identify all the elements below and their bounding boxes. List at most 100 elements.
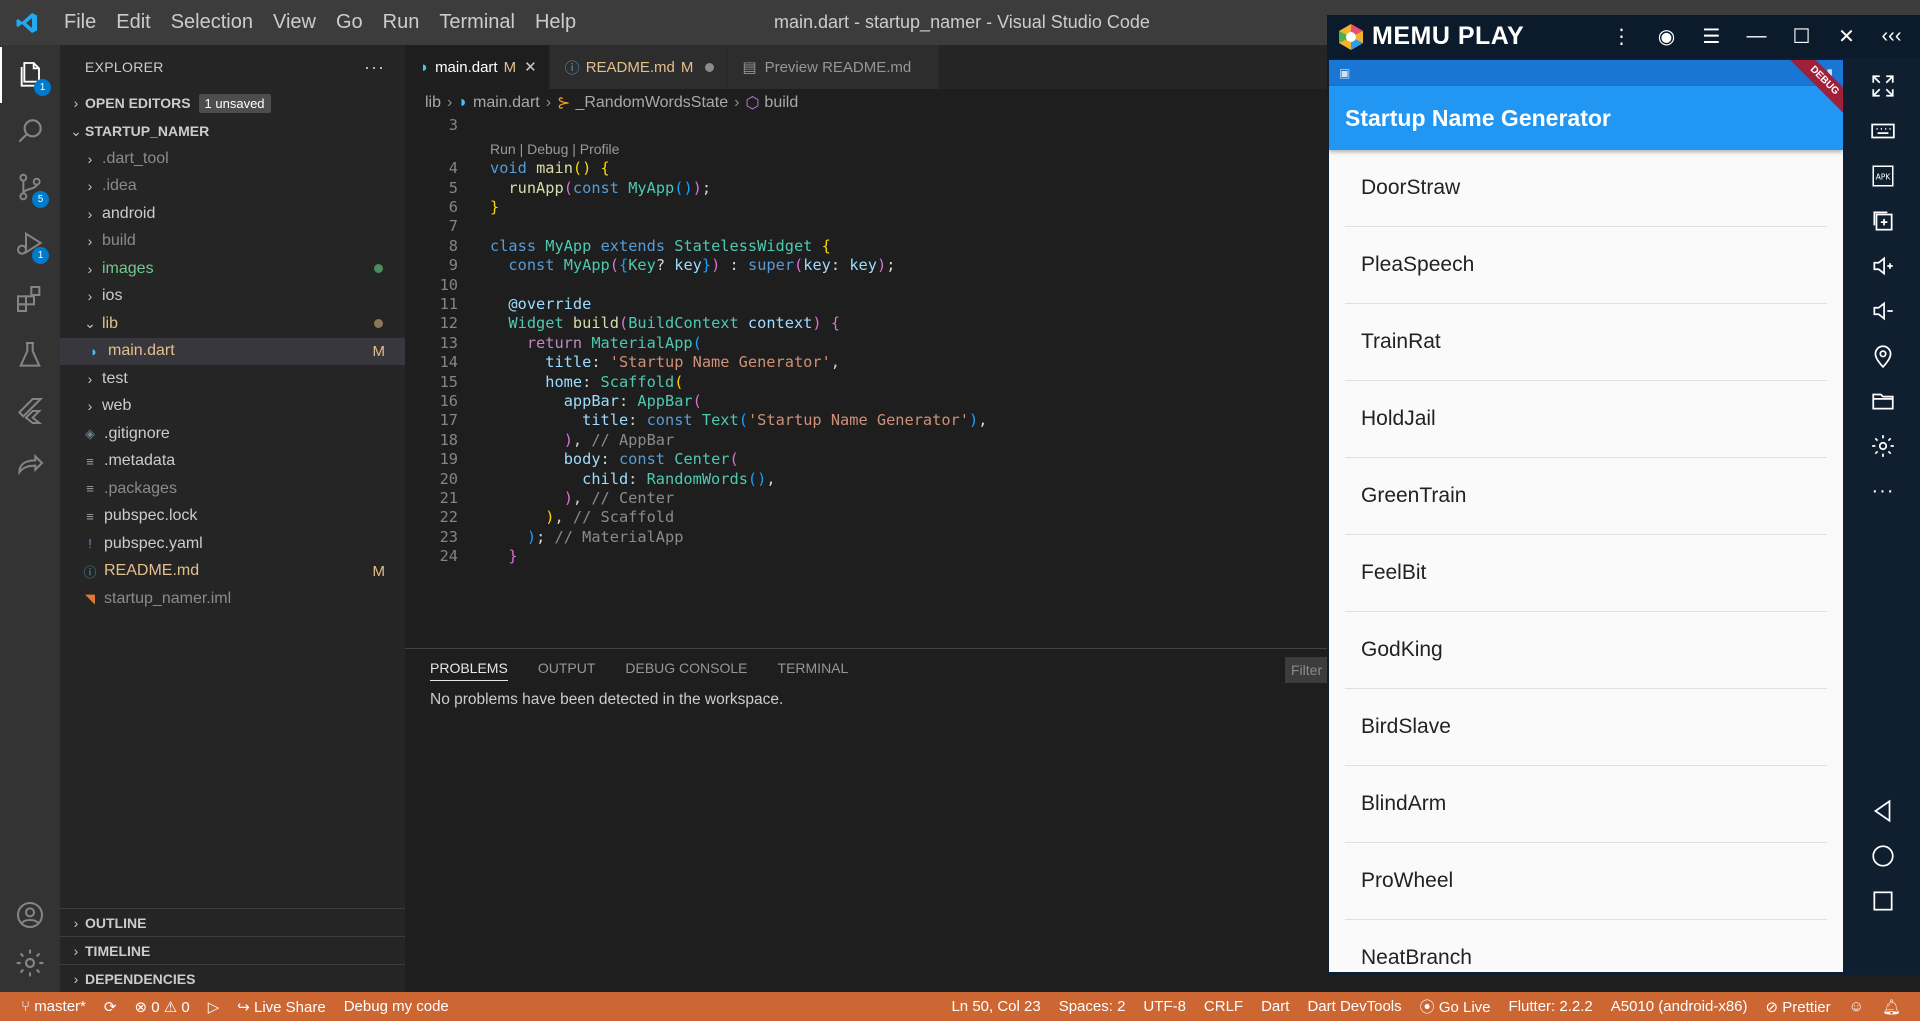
word-list-item[interactable]: GodKing — [1345, 612, 1827, 689]
android-recents-icon[interactable] — [1868, 886, 1898, 916]
tree-item[interactable]: ≡ .packages — [60, 475, 405, 503]
word-list-item[interactable]: BirdSlave — [1345, 689, 1827, 766]
hamburger-menu-icon[interactable]: ☰ — [1689, 24, 1734, 49]
cursor-position[interactable]: Ln 50, Col 23 — [942, 998, 1049, 1015]
settings-gear-icon[interactable] — [0, 935, 60, 991]
sync-icon[interactable]: ⟳ — [95, 998, 126, 1016]
fullscreen-icon[interactable] — [1868, 71, 1898, 101]
word-list-item[interactable]: BlindArm — [1345, 766, 1827, 843]
unsaved-dot-icon[interactable] — [705, 62, 715, 72]
dependencies-section[interactable]: › DEPENDENCIES — [60, 964, 405, 992]
tree-item[interactable]: › web — [60, 393, 405, 421]
multi-instance-icon[interactable] — [1868, 206, 1898, 236]
prettier-item[interactable]: ⊘ Prettier — [1757, 998, 1840, 1016]
word-list-item[interactable]: PleaSpeech — [1345, 227, 1827, 304]
tree-item[interactable]: › ios — [60, 283, 405, 311]
volume-down-icon[interactable] — [1868, 296, 1898, 326]
menu-run[interactable]: Run — [373, 0, 430, 45]
notifications-bell-icon[interactable]: 🔔︎ — [1873, 998, 1910, 1016]
more-actions-icon[interactable]: ··· — [364, 57, 385, 78]
tree-item[interactable]: ! pubspec.yaml — [60, 530, 405, 558]
debug-config-item[interactable]: Debug my code — [335, 998, 458, 1015]
volume-up-icon[interactable] — [1868, 251, 1898, 281]
tree-item[interactable]: ◥ startup_namer.iml — [60, 585, 405, 613]
android-home-icon[interactable] — [1868, 841, 1898, 871]
location-icon[interactable] — [1868, 341, 1898, 371]
problems-item[interactable]: ⊗ 0 ⚠ 0 — [125, 998, 198, 1016]
flutter-icon[interactable] — [0, 383, 60, 439]
word-list-item[interactable]: TrainRat — [1345, 304, 1827, 381]
tab-output[interactable]: OUTPUT — [538, 660, 596, 680]
word-list-item[interactable]: HoldJail — [1345, 381, 1827, 458]
word-list-item[interactable]: ProWheel — [1345, 843, 1827, 920]
menu-help[interactable]: Help — [525, 0, 586, 45]
more-options-icon[interactable]: ··· — [1868, 476, 1898, 506]
keyboard-icon[interactable] — [1868, 116, 1898, 146]
collapse-sidebar-icon[interactable]: ‹‹‹ — [1869, 25, 1914, 48]
dart-devtools[interactable]: Dart DevTools — [1298, 998, 1410, 1015]
word-list-item[interactable]: GreenTrain — [1345, 458, 1827, 535]
breadcrumb-lib[interactable]: lib — [425, 94, 441, 112]
word-list-item[interactable]: NeatBranch — [1345, 920, 1827, 972]
run-debug-icon[interactable]: 1 — [0, 215, 60, 271]
device-selector[interactable]: A5010 (android-x86) — [1602, 998, 1757, 1015]
live-share-icon[interactable] — [0, 439, 60, 495]
folder-icon[interactable] — [1868, 386, 1898, 416]
tab-terminal[interactable]: TERMINAL — [778, 660, 849, 680]
menu-view[interactable]: View — [263, 0, 326, 45]
tree-item[interactable]: › build — [60, 228, 405, 256]
vertical-more-icon[interactable]: ⋮ — [1599, 24, 1644, 49]
tab-preview-readme[interactable]: ▤ Preview README.md — [727, 45, 941, 89]
open-editors-section[interactable]: › OPEN EDITORS 1 unsaved — [60, 89, 405, 117]
tab-debug-console[interactable]: DEBUG CONSOLE — [625, 660, 747, 680]
breadcrumb-file[interactable]: main.dart — [473, 94, 540, 112]
tab-readme[interactable]: ⓘ README.md M — [549, 45, 728, 89]
close-tab-icon[interactable]: ✕ — [524, 58, 537, 76]
menu-selection[interactable]: Selection — [161, 0, 263, 45]
settings-gear-icon[interactable] — [1868, 431, 1898, 461]
feedback-icon[interactable]: ☺ — [1840, 998, 1873, 1015]
tree-item[interactable]: › android — [60, 200, 405, 228]
tree-item[interactable]: › images — [60, 255, 405, 283]
testing-icon[interactable] — [0, 327, 60, 383]
menu-go[interactable]: Go — [326, 0, 373, 45]
breadcrumb-method[interactable]: build — [764, 94, 798, 112]
tree-item[interactable]: ◈ .gitignore — [60, 420, 405, 448]
project-section[interactable]: ⌄ STARTUP_NAMER — [60, 117, 405, 145]
menu-edit[interactable]: Edit — [106, 0, 160, 45]
tree-item[interactable]: ⌄ lib — [60, 310, 405, 338]
tab-problems[interactable]: PROBLEMS — [430, 660, 508, 681]
close-icon[interactable]: ✕ — [1824, 24, 1869, 49]
line-ending[interactable]: CRLF — [1195, 998, 1252, 1015]
code-editor[interactable]: 3 4 5 6 7 8 9 10 11 12 13 14 15 16 17 18 19 20 21 22 23 24 Ru… — [405, 116, 1327, 646]
run-icon[interactable]: ▷ — [199, 998, 229, 1016]
maximize-icon[interactable]: ☐ — [1779, 24, 1824, 49]
tree-item[interactable]: › test — [60, 365, 405, 393]
indentation[interactable]: Spaces: 2 — [1050, 998, 1135, 1015]
tree-item[interactable]: ◗ main.dart M — [60, 337, 405, 365]
tree-item[interactable]: › .idea — [60, 173, 405, 201]
word-list-item[interactable]: FeelBit — [1345, 535, 1827, 612]
explorer-icon[interactable]: 1 — [0, 47, 60, 103]
tab-main-dart[interactable]: ◗ main.dart M ✕ — [405, 45, 550, 89]
account-icon[interactable]: ◉ — [1644, 24, 1689, 49]
tree-item[interactable]: ≡ pubspec.lock — [60, 503, 405, 531]
search-icon[interactable] — [0, 103, 60, 159]
menu-file[interactable]: File — [54, 0, 106, 45]
apk-install-icon[interactable]: APK — [1868, 161, 1898, 191]
word-list-item[interactable]: DoorStraw — [1345, 150, 1827, 227]
git-branch-item[interactable]: ⑂ master* — [12, 998, 95, 1015]
language-mode[interactable]: Dart — [1252, 998, 1298, 1015]
outline-section[interactable]: › OUTLINE — [60, 908, 405, 936]
encoding[interactable]: UTF-8 — [1134, 998, 1195, 1015]
source-control-icon[interactable]: 5 — [0, 159, 60, 215]
android-screen[interactable]: ▣ ▾ ◢ ▮ Startup Name Generator DEBUG Doo… — [1329, 60, 1843, 972]
extensions-icon[interactable] — [0, 271, 60, 327]
tree-item[interactable]: ≡ .metadata — [60, 448, 405, 476]
tree-item[interactable]: ⓘ README.md M — [60, 558, 405, 586]
android-back-icon[interactable] — [1868, 796, 1898, 826]
menu-terminal[interactable]: Terminal — [429, 0, 525, 45]
codelens-run-debug[interactable]: Run | Debug | Profile — [490, 141, 619, 157]
timeline-section[interactable]: › TIMELINE — [60, 936, 405, 964]
minimize-icon[interactable]: — — [1734, 25, 1779, 48]
